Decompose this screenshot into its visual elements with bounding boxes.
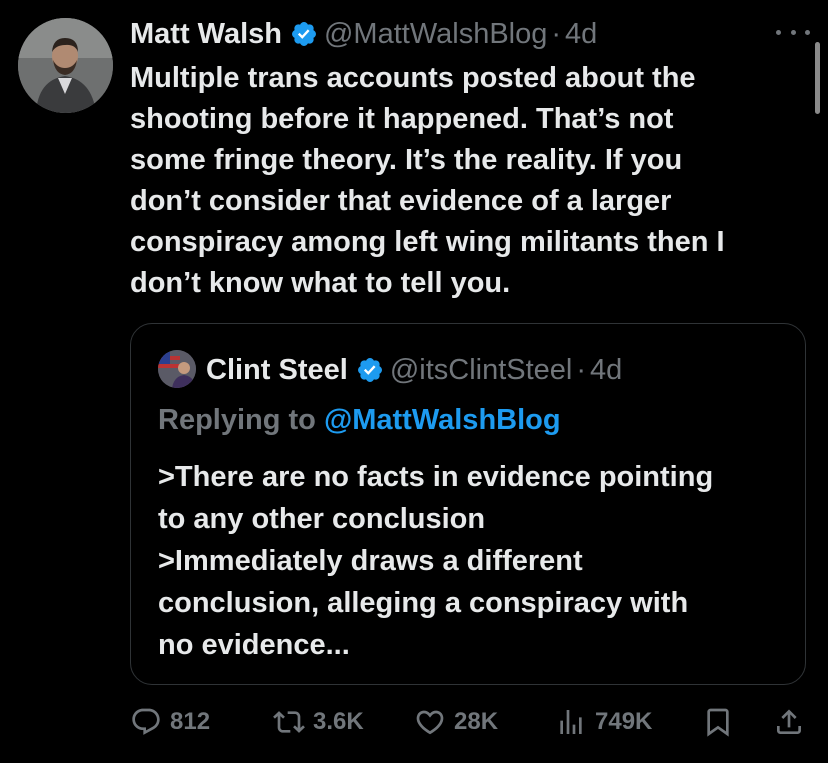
quote-tweet[interactable]: Clint Steel @itsClintSteel · 4d Replying… <box>130 323 806 685</box>
quote-author-handle[interactable]: @itsClintSteel <box>390 354 573 387</box>
quote-author-avatar-image <box>158 350 196 388</box>
bookmark-button[interactable] <box>702 702 742 742</box>
tweet-header: Matt Walsh @MattWalshBlog · 4d <box>130 14 597 54</box>
views-icon <box>560 710 582 734</box>
replying-to-link[interactable]: @MattWalshBlog <box>324 404 561 436</box>
reply-count: 812 <box>170 708 211 735</box>
repost-count: 3.6K <box>313 708 364 735</box>
quote-time[interactable]: 4d <box>590 354 622 387</box>
like-icon <box>416 710 444 735</box>
replying-to-label: Replying to <box>158 404 324 436</box>
author-avatar[interactable] <box>18 18 113 113</box>
quote-text: >There are no facts in evidence pointing… <box>158 461 714 661</box>
scrollbar[interactable] <box>815 42 820 114</box>
verified-badge-icon <box>292 22 316 46</box>
replying-to: Replying to @MattWalshBlog <box>158 404 561 437</box>
repost-icon <box>273 711 305 733</box>
tweet-time[interactable]: 4d <box>565 18 597 51</box>
separator-dot: · <box>551 17 562 50</box>
repost-button[interactable]: 3.6K <box>273 702 364 742</box>
author-name[interactable]: Matt Walsh <box>130 18 282 51</box>
verified-badge-icon <box>357 358 382 382</box>
like-count: 28K <box>454 708 499 735</box>
author-avatar-image <box>18 18 113 113</box>
separator-dot: · <box>576 353 587 386</box>
tweet-text: Multiple trans accounts posted about the… <box>130 62 725 299</box>
quote-header: Clint Steel @itsClintSteel · 4d <box>206 350 622 390</box>
like-button[interactable]: 28K <box>414 702 498 742</box>
views-count: 749K <box>595 708 653 735</box>
more-icon[interactable] <box>776 20 810 44</box>
views-button[interactable]: 749K <box>555 702 652 742</box>
author-handle[interactable]: @MattWalshBlog <box>324 18 547 51</box>
share-icon <box>777 709 801 734</box>
quote-author-avatar[interactable] <box>158 350 196 388</box>
reply-icon <box>132 708 160 735</box>
quote-author-name[interactable]: Clint Steel <box>206 354 348 387</box>
reply-button[interactable]: 812 <box>130 702 210 742</box>
action-bar: 812 3.6K 28K 749K <box>130 702 810 742</box>
share-button[interactable] <box>773 702 813 742</box>
bookmark-icon <box>707 708 729 737</box>
